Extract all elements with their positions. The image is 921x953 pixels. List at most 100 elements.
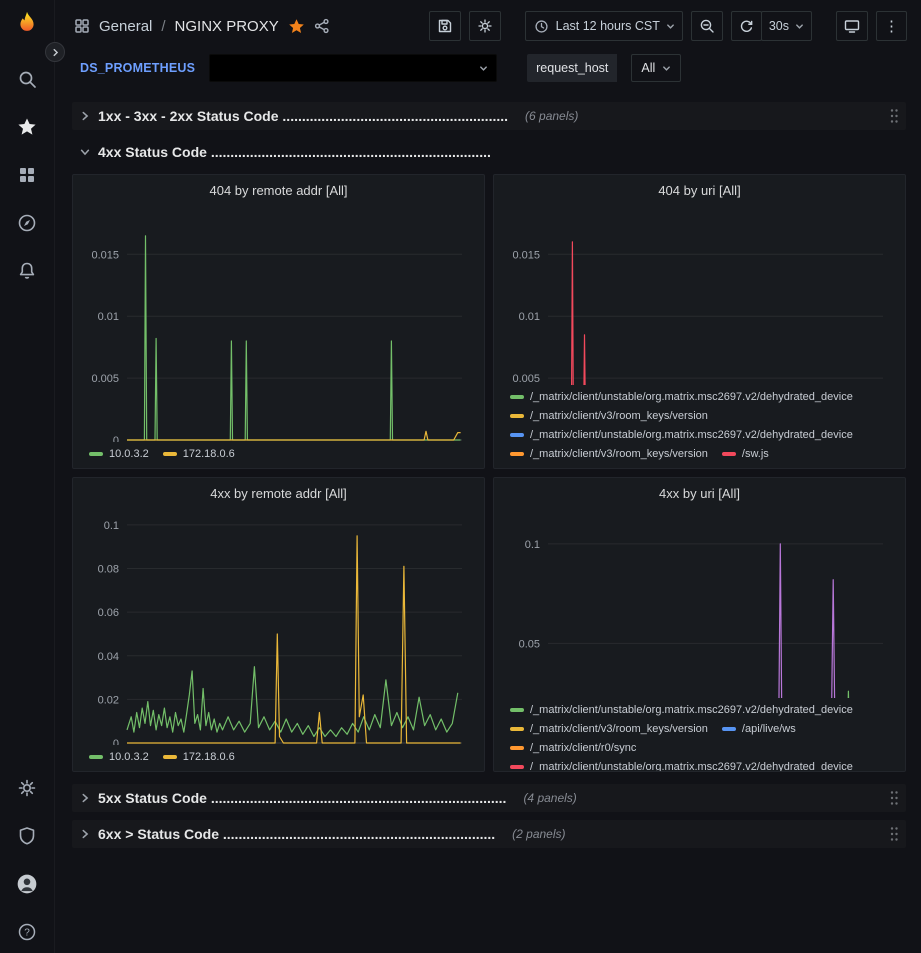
variables-bar: DS_PROMETHEUS request_host All [55,52,921,94]
legend-item[interactable]: 172.18.0.6 [163,446,235,462]
row-6xx[interactable]: 6xx > Status Code ......................… [72,820,906,848]
apps-grid-icon[interactable] [73,18,90,35]
legend-series-label: /sw.js [742,448,769,460]
row-drag-handle[interactable] [889,789,899,807]
chart-canvas[interactable]: 00.0050.010.01508:0010:0012:0014:0016:00… [502,203,897,385]
svg-text:0.01: 0.01 [98,311,119,323]
save-dashboard-button[interactable] [429,11,461,41]
breadcrumb-separator: / [161,18,165,35]
svg-text:0.015: 0.015 [91,249,119,261]
kebab-menu-icon[interactable]: ⋮ [876,11,907,41]
legend-series-swatch [510,395,524,399]
legend-item[interactable]: 172.18.0.6 [163,749,235,765]
breadcrumb-section[interactable]: General [99,18,152,35]
panel-title[interactable]: 404 by uri [All] [502,179,897,203]
row-drag-handle[interactable] [889,825,899,843]
legend-series-label: /_matrix/client/unstable/org.matrix.msc2… [530,761,853,772]
legend-item[interactable]: /_matrix/client/unstable/org.matrix.msc2… [510,427,853,443]
dashboard-title[interactable]: NGINX PROXY [175,18,279,35]
legend-item[interactable]: /_matrix/client/v3/room_keys/version [510,408,708,424]
legend-item[interactable]: /_matrix/client/unstable/org.matrix.msc2… [510,389,853,405]
explore-compass-icon[interactable] [16,212,38,234]
sidebar-expand-button[interactable] [45,42,65,62]
legend-item[interactable]: /_matrix/client/unstable/org.matrix.msc2… [510,702,853,718]
row-5xx[interactable]: 5xx Status Code ........................… [72,784,906,812]
refresh-interval-picker[interactable]: 30s [761,11,812,41]
request-host-value: All [641,61,655,75]
panel-title[interactable]: 4xx by uri [All] [502,482,897,506]
zoom-out-button[interactable] [691,11,723,41]
legend-item[interactable]: /_matrix/client/r0/sync [510,740,636,756]
legend-series-swatch [510,452,524,456]
legend-series-swatch [510,433,524,437]
chevron-right-icon [79,828,91,840]
starred-icon[interactable] [16,116,38,138]
search-icon[interactable] [16,68,38,90]
panel-404-by-uri: 404 by uri [All] 00.0050.010.01508:0010:… [493,174,906,469]
datasource-variable-label[interactable]: DS_PROMETHEUS [80,61,195,75]
legend-series-swatch [163,452,177,456]
tv-mode-button[interactable] [836,11,868,41]
row-drag-handle[interactable] [889,107,899,125]
user-avatar[interactable] [16,873,38,895]
chart-legend: /_matrix/client/unstable/org.matrix.msc2… [502,385,897,462]
legend-item[interactable]: /_matrix/client/v3/room_keys/version [510,446,708,462]
legend-item[interactable]: 10.0.3.2 [89,446,149,462]
legend-series-label: /_matrix/client/v3/room_keys/version [530,448,708,460]
dashboard-settings-button[interactable] [469,11,501,41]
time-range-picker[interactable]: Last 12 hours CST [525,11,683,41]
legend-series-label: /_matrix/client/r0/sync [530,742,636,754]
legend-series-swatch [510,414,524,418]
request-host-picker[interactable]: All [631,54,681,82]
legend-series-label: /_matrix/client/unstable/org.matrix.msc2… [530,391,853,403]
help-icon[interactable]: ? [16,921,38,943]
legend-series-label: /_matrix/client/unstable/org.matrix.msc2… [530,704,853,716]
svg-text:0.05: 0.05 [519,638,540,650]
legend-series-label: 10.0.3.2 [109,448,149,460]
time-range-label: Last 12 hours CST [556,19,660,33]
svg-text:0.1: 0.1 [104,520,119,532]
legend-series-swatch [163,755,177,759]
grafana-logo[interactable] [9,8,45,44]
chart-canvas[interactable]: 00.020.040.060.080.108:0010:0012:0014:00… [81,506,476,745]
svg-text:0.02: 0.02 [98,694,119,706]
chevron-down-icon [662,64,671,73]
refresh-group: 30s [731,11,812,41]
share-icon[interactable] [314,18,331,35]
refresh-button[interactable] [731,11,762,41]
alerting-bell-icon[interactable] [16,260,38,282]
chevron-right-icon [79,792,91,804]
legend-series-label: 172.18.0.6 [183,751,235,763]
row-title: 5xx Status Code ........................… [98,790,506,806]
legend-item[interactable]: /sw.js [722,446,769,462]
favorite-star-icon[interactable] [288,18,305,35]
server-admin-shield-icon[interactable] [16,825,38,847]
datasource-variable-select[interactable] [209,54,497,82]
panel-title[interactable]: 4xx by remote addr [All] [81,482,476,506]
request-host-label: request_host [527,54,617,82]
dashboard-body: 1xx - 3xx - 2xx Status Code ............… [55,94,921,953]
configuration-gear-icon[interactable] [16,777,38,799]
legend-item[interactable]: /api/live/ws [722,721,796,737]
legend-item[interactable]: /_matrix/client/v3/room_keys/version [510,721,708,737]
legend-series-label: 172.18.0.6 [183,448,235,460]
svg-text:0.005: 0.005 [91,373,119,385]
row-1xx-3xx-2xx[interactable]: 1xx - 3xx - 2xx Status Code ............… [72,102,906,130]
legend-series-swatch [510,765,524,769]
legend-series-swatch [510,727,524,731]
chart-canvas[interactable]: 00.050.108:0010:0012:0014:0016:0018:00 [502,506,897,698]
panel-404-by-remote-addr: 404 by remote addr [All] 00.0050.010.015… [72,174,485,469]
row-4xx[interactable]: 4xx Status Code ........................… [72,138,906,166]
legend-item[interactable]: 10.0.3.2 [89,749,149,765]
navbar: General / NGINX PROXY [55,0,921,52]
legend-series-label: /api/live/ws [742,723,796,735]
chart-legend: 10.0.3.2 172.18.0.6 [81,745,476,765]
chart-canvas[interactable]: 00.0050.010.01508:0010:0012:0014:0016:00… [81,203,476,442]
panel-title[interactable]: 404 by remote addr [All] [81,179,476,203]
breadcrumb: General / NGINX PROXY [73,18,331,35]
toolbar: Last 12 hours CST 30s [429,11,907,41]
dashboards-icon[interactable] [16,164,38,186]
chevron-down-icon [795,22,804,31]
legend-item[interactable]: /_matrix/client/unstable/org.matrix.msc2… [510,759,853,772]
legend-series-label: /_matrix/client/v3/room_keys/version [530,723,708,735]
